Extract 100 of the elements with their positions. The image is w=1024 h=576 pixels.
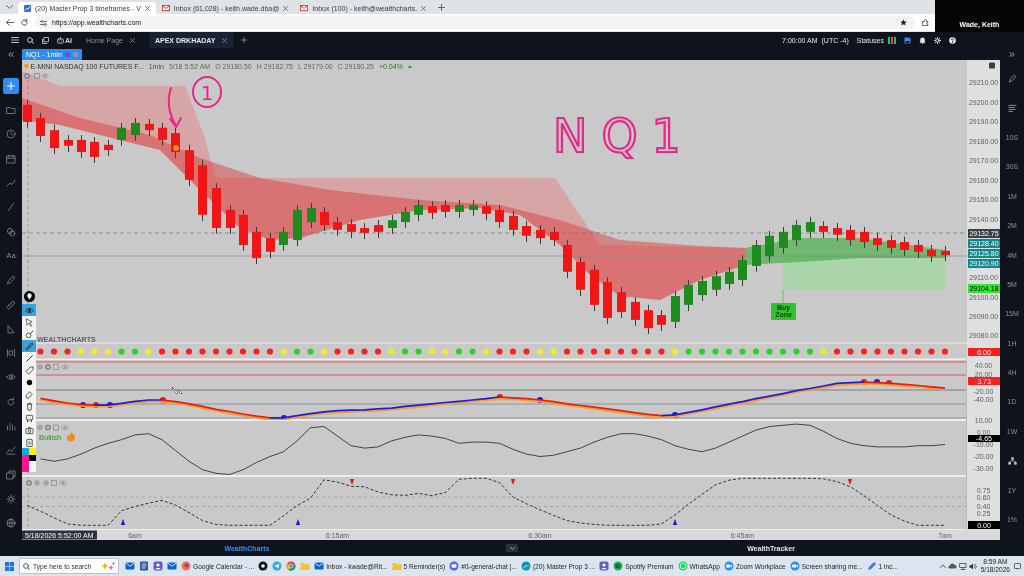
candle bbox=[414, 199, 423, 222]
candle bbox=[738, 254, 747, 287]
candle bbox=[252, 226, 261, 265]
candle bbox=[50, 124, 59, 155]
candle bbox=[684, 279, 693, 312]
calendar-icon[interactable] bbox=[6, 153, 16, 164]
candle bbox=[131, 117, 140, 142]
close-icon[interactable] bbox=[144, 5, 150, 11]
bracket-icon[interactable] bbox=[6, 348, 16, 359]
double-chevron-right-icon[interactable] bbox=[1009, 51, 1015, 57]
robot-icon bbox=[57, 36, 64, 44]
close-icon[interactable] bbox=[129, 37, 135, 43]
list-icon[interactable] bbox=[1007, 103, 1017, 113]
monitor-icon[interactable] bbox=[958, 562, 967, 570]
eye-tool-button[interactable] bbox=[22, 304, 36, 316]
bar-chart-icon[interactable] bbox=[6, 421, 16, 431]
location-pin-icon[interactable] bbox=[23, 291, 35, 302]
back-arrow-icon[interactable] bbox=[6, 19, 14, 26]
status-dot-icon bbox=[24, 63, 29, 69]
mail-icon bbox=[300, 5, 309, 11]
puzzle-piece-icon[interactable] bbox=[922, 19, 929, 26]
pencil-icon[interactable] bbox=[6, 275, 16, 286]
mail-icon[interactable] bbox=[167, 561, 177, 571]
color-swatch-icon[interactable] bbox=[29, 455, 36, 461]
candle bbox=[887, 234, 896, 255]
ruler-icon[interactable] bbox=[6, 299, 16, 310]
windows-logo-icon[interactable] bbox=[5, 561, 14, 571]
candle bbox=[23, 99, 32, 129]
candle bbox=[145, 118, 154, 137]
square-icon[interactable] bbox=[989, 62, 995, 69]
chevron-up-icon[interactable] bbox=[939, 564, 946, 568]
crossover-dot bbox=[536, 396, 544, 404]
line-chart-icon[interactable] bbox=[6, 445, 16, 456]
document-icon[interactable] bbox=[139, 561, 149, 571]
add-button[interactable] bbox=[3, 78, 19, 94]
color-swatch-icon[interactable] bbox=[22, 455, 29, 472]
candle bbox=[576, 256, 585, 297]
hierarchy-icon[interactable] bbox=[1007, 456, 1017, 465]
crossover-dot bbox=[79, 401, 87, 409]
close-icon[interactable] bbox=[421, 5, 427, 11]
candle bbox=[104, 139, 113, 157]
menu-icon[interactable] bbox=[11, 37, 19, 43]
globe-icon[interactable] bbox=[6, 518, 16, 529]
plus-icon[interactable] bbox=[438, 4, 446, 11]
candle bbox=[644, 304, 653, 335]
triangle-icon[interactable] bbox=[6, 323, 16, 334]
candle bbox=[806, 216, 815, 239]
camera-tool-button[interactable] bbox=[22, 424, 36, 436]
plus-icon[interactable] bbox=[241, 37, 248, 43]
search-icon[interactable] bbox=[27, 36, 34, 44]
close-icon[interactable] bbox=[283, 5, 289, 11]
speaker-icon[interactable] bbox=[968, 562, 977, 570]
color-swatch-icon[interactable] bbox=[22, 448, 29, 455]
folder-icon[interactable] bbox=[6, 105, 16, 116]
candle bbox=[333, 216, 342, 237]
color-swatch-icon[interactable] bbox=[29, 448, 36, 455]
candle bbox=[320, 206, 329, 232]
candle bbox=[307, 202, 316, 229]
up-triangle-marker bbox=[672, 519, 678, 525]
browser-icon[interactable] bbox=[286, 561, 297, 571]
candle bbox=[401, 206, 410, 229]
circles-icon[interactable] bbox=[6, 226, 16, 237]
help-icon[interactable] bbox=[949, 36, 956, 44]
trend-line-icon[interactable] bbox=[6, 178, 16, 189]
eye-icon[interactable] bbox=[6, 372, 16, 383]
candle bbox=[536, 224, 545, 245]
candle bbox=[725, 266, 734, 291]
candle bbox=[212, 182, 221, 235]
phone-bubble-icon bbox=[677, 561, 688, 571]
close-icon[interactable] bbox=[222, 37, 228, 43]
caret-icon[interactable] bbox=[6, 5, 13, 9]
collapse-button[interactable] bbox=[506, 544, 518, 552]
sliders-icon[interactable] bbox=[40, 19, 47, 26]
line-icon bbox=[24, 353, 34, 363]
notification-icon[interactable] bbox=[1014, 562, 1021, 570]
line-tool-icon[interactable] bbox=[6, 202, 16, 213]
down-triangle-marker bbox=[510, 479, 516, 485]
trash-icon bbox=[24, 401, 34, 411]
double-chevron-left-icon[interactable] bbox=[8, 51, 14, 57]
stacked-squares-icon[interactable] bbox=[42, 36, 49, 44]
person-icon[interactable] bbox=[599, 561, 610, 571]
candle bbox=[779, 226, 788, 255]
bell-icon[interactable] bbox=[919, 36, 926, 44]
mail-icon[interactable] bbox=[125, 561, 135, 571]
brush-icon bbox=[24, 329, 34, 339]
save-icon[interactable] bbox=[904, 36, 911, 44]
pencil-icon[interactable] bbox=[1007, 74, 1017, 84]
circle-app-icon[interactable] bbox=[258, 561, 269, 571]
reload-icon[interactable] bbox=[21, 19, 28, 26]
clock-icon[interactable] bbox=[6, 129, 16, 140]
copy-icon[interactable] bbox=[6, 469, 16, 480]
candle bbox=[158, 122, 167, 147]
cloud-icon[interactable] bbox=[947, 563, 957, 569]
candle bbox=[374, 219, 383, 239]
person-icon[interactable] bbox=[153, 561, 163, 571]
star-icon[interactable] bbox=[900, 19, 907, 26]
signal-marker bbox=[173, 145, 179, 151]
sparkle-icon bbox=[101, 561, 115, 571]
camera-icon bbox=[24, 425, 34, 435]
refresh-icon[interactable] bbox=[6, 396, 16, 407]
